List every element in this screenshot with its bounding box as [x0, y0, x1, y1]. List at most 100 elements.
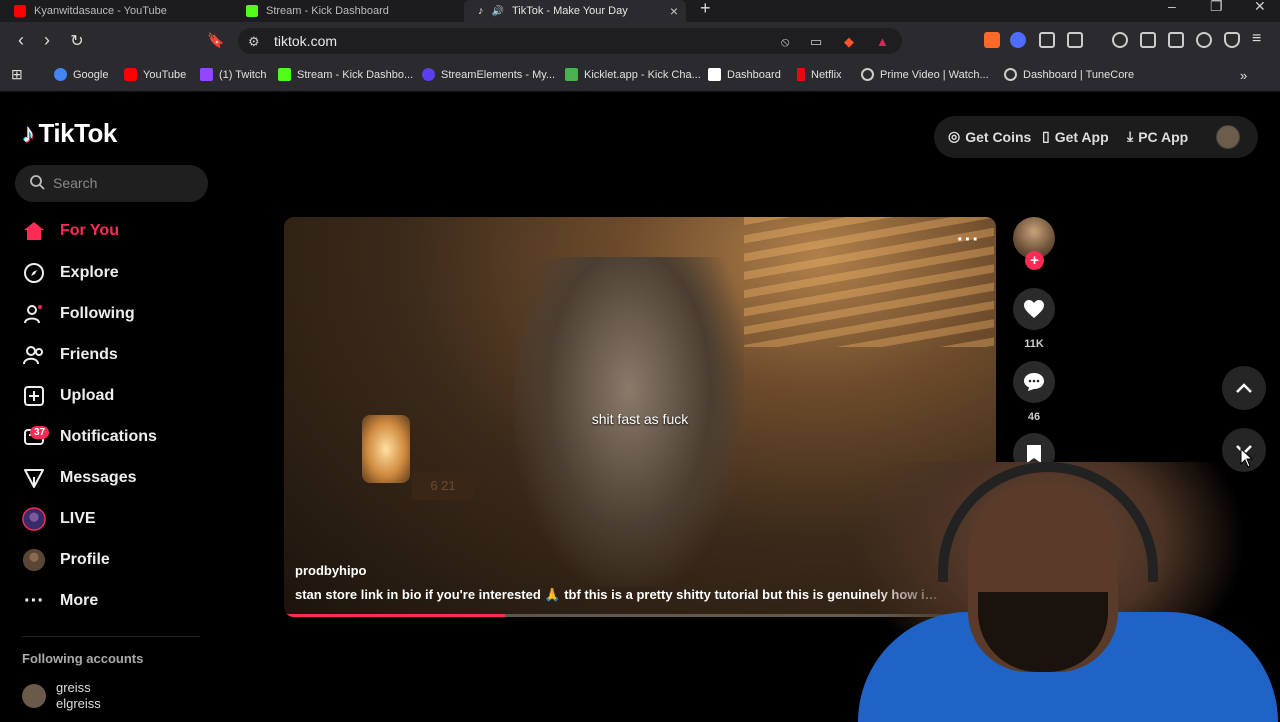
minimize-icon[interactable]: –: [1168, 0, 1176, 14]
media-icon[interactable]: ⦸: [781, 34, 789, 50]
coin-icon: ◎: [948, 128, 961, 144]
nav-upload[interactable]: Upload: [22, 381, 114, 411]
nav-messages[interactable]: Messages: [22, 463, 137, 493]
profile-icon: [22, 548, 46, 572]
bookmark-kicklet[interactable]: Kicklet.app - Kick Cha...: [565, 68, 701, 81]
bookmark-prime-video[interactable]: Prime Video | Watch...: [861, 68, 989, 81]
search-input[interactable]: [53, 173, 193, 193]
bookmark-youtube[interactable]: YouTube: [124, 68, 186, 81]
like-button[interactable]: [1013, 288, 1055, 330]
follow-plus-icon[interactable]: +: [1025, 251, 1044, 270]
more-bookmarks-icon[interactable]: »: [1240, 68, 1247, 83]
more-icon: ···: [24, 589, 44, 612]
chevron-up-icon: [1236, 383, 1252, 393]
tiktok-logo[interactable]: ♪ TikTok: [22, 118, 117, 149]
bookmark-twitch[interactable]: (1) Twitch: [200, 68, 266, 81]
phone-icon: ▯: [1042, 128, 1050, 144]
close-tab-icon[interactable]: ×: [670, 3, 678, 19]
brave-rewards-icon[interactable]: ▲: [876, 34, 889, 49]
following-accounts-title: Following accounts: [22, 651, 144, 666]
menu-icon[interactable]: ≡: [1252, 31, 1268, 48]
nav-label: Upload: [60, 387, 115, 404]
download-icon: ⤓: [1127, 128, 1134, 144]
apps-grid-icon[interactable]: ⊞: [11, 66, 23, 83]
nav-live[interactable]: LIVE: [22, 504, 96, 534]
maximize-icon[interactable]: ❐: [1210, 0, 1223, 15]
comment-icon: [1024, 373, 1044, 391]
forward-icon[interactable]: ›: [36, 30, 58, 51]
previous-video-button[interactable]: [1222, 366, 1266, 410]
like-count: 11K: [1024, 338, 1044, 350]
nav-following[interactable]: Following: [22, 299, 135, 329]
browser-tab-strip: Kyanwitdasauce - YouTube Stream - Kick D…: [0, 0, 1280, 22]
youtube-favicon-icon: [14, 5, 26, 17]
bookmark-icon[interactable]: 🔖: [205, 32, 227, 49]
messages-icon: [22, 466, 46, 490]
more-options-icon[interactable]: ···: [957, 229, 980, 252]
tab-title: Stream - Kick Dashboard: [266, 5, 389, 17]
close-window-icon[interactable]: ✕: [1254, 0, 1266, 15]
user-avatar[interactable]: [1216, 125, 1240, 149]
nav-for-you[interactable]: For You: [22, 216, 119, 246]
reload-icon[interactable]: ↻: [66, 31, 88, 51]
nav-friends[interactable]: Friends: [22, 340, 118, 370]
bookmark-netflix[interactable]: Netflix: [797, 68, 842, 81]
bookmark-label: StreamElements - My...: [441, 68, 556, 81]
webcam-overlay: [818, 462, 1280, 722]
kick-icon: [278, 68, 291, 81]
nav-label: Following: [60, 305, 135, 322]
bookmark-kick[interactable]: Stream - Kick Dashbo...: [278, 68, 413, 81]
site-settings-icon[interactable]: ⚙: [248, 34, 260, 50]
tab-title: Kyanwitdasauce - YouTube: [34, 5, 167, 17]
nav-label: Friends: [60, 346, 118, 363]
leo-icon[interactable]: [1196, 32, 1212, 48]
music-icon[interactable]: [1112, 32, 1128, 48]
bookmark-label: Kicklet.app - Kick Cha...: [584, 68, 701, 81]
nav-label: Profile: [60, 551, 110, 568]
tab-title: TikTok - Make Your Day: [511, 5, 628, 17]
bookmark-save-icon: [1027, 445, 1041, 463]
tab-kick[interactable]: Stream - Kick Dashboard: [232, 0, 460, 22]
vpn-icon[interactable]: [1224, 32, 1240, 48]
comment-button[interactable]: [1013, 361, 1055, 403]
extension-icon[interactable]: [984, 32, 1000, 48]
address-bar[interactable]: ⚙ tiktok.com ⦸ ▭ ◆ ▲: [238, 28, 902, 54]
pc-app-button[interactable]: ⤓ PC App: [1127, 128, 1188, 145]
search-box[interactable]: [15, 165, 208, 202]
brave-shield-icon[interactable]: ◆: [844, 34, 854, 50]
bookmark-label: Prime Video | Watch...: [880, 68, 989, 81]
bookmark-dashboard[interactable]: Dashboard: [708, 68, 781, 81]
nav-more[interactable]: ··· More: [22, 586, 98, 616]
bookmark-tunecore[interactable]: Dashboard | TuneCore: [1004, 68, 1134, 81]
globe-icon: [861, 68, 874, 81]
nav-label: For You: [60, 222, 119, 239]
upload-icon: [22, 384, 46, 408]
bookmark-streamelements[interactable]: StreamElements - My...: [422, 68, 555, 81]
following-icon: [22, 302, 46, 326]
wallet-icon[interactable]: [1168, 32, 1184, 48]
video-author[interactable]: prodbyhipo: [295, 563, 367, 578]
screenshot-icon[interactable]: [1067, 32, 1083, 48]
tiktok-favicon-icon: ♪: [478, 5, 484, 17]
header-actions: ◎ Get Coins ▯ Get App ⤓ PC App: [934, 116, 1258, 158]
comment-count: 46: [1027, 411, 1041, 423]
bookmark-label: Dashboard: [727, 68, 781, 81]
cast-icon[interactable]: ▭: [810, 34, 822, 50]
following-account-item[interactable]: greiss elgreiss: [22, 680, 101, 712]
nav-label: Explore: [60, 264, 119, 281]
friends-icon: [22, 343, 46, 367]
new-tab-icon[interactable]: +: [700, 0, 711, 19]
sidebar-icon[interactable]: [1140, 32, 1156, 48]
back-icon[interactable]: ‹: [10, 30, 32, 51]
bookmark-google[interactable]: Google: [54, 68, 108, 81]
nav-explore[interactable]: Explore: [22, 258, 119, 288]
get-app-button[interactable]: ▯ Get App: [1042, 128, 1109, 145]
tab-youtube[interactable]: Kyanwitdasauce - YouTube: [0, 0, 230, 22]
extension-icon[interactable]: [1010, 32, 1026, 48]
video-caption: shit fast as fuck: [591, 411, 689, 427]
tab-tiktok[interactable]: ♪ 🔊 TikTok - Make Your Day ×: [464, 0, 686, 22]
get-coins-button[interactable]: ◎ Get Coins: [948, 128, 1031, 145]
nav-profile[interactable]: Profile: [22, 545, 110, 575]
netflix-icon: [797, 68, 805, 81]
extensions-icon[interactable]: [1039, 32, 1055, 48]
